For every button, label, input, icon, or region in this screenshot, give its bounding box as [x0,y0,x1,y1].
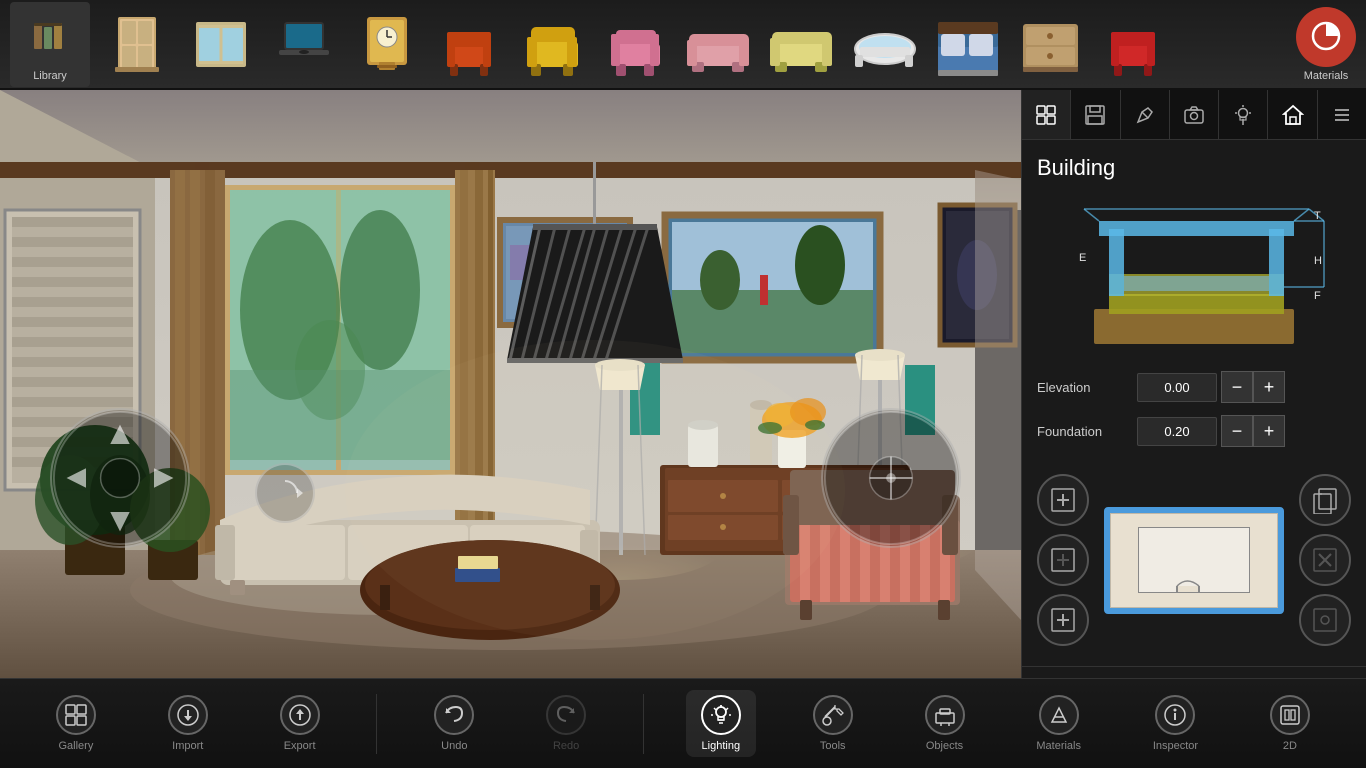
furniture-sofa-yellow[interactable] [764,7,839,82]
objects-button[interactable]: Objects [910,690,980,757]
lighting-icon [701,695,741,735]
undo-button[interactable]: Undo [419,690,489,757]
floor-preview[interactable] [1104,507,1284,614]
tool-home[interactable] [1268,90,1317,139]
bottom-toolbar: Gallery Import Export Undo Redo Light [0,678,1366,768]
tools-icon [813,695,853,735]
furniture-laptop[interactable] [266,7,341,82]
furniture-chair-pink[interactable] [598,7,673,82]
rotate-control[interactable] [255,463,315,523]
lighting-button[interactable]: Lighting [686,690,756,757]
foundation-label: Foundation [1037,424,1137,439]
export-label: Export [284,740,316,752]
delete-btn[interactable] [1299,534,1351,586]
furniture-chair-orange[interactable] [432,7,507,82]
import-button[interactable]: Import [153,690,223,757]
add-room-btn[interactable] [1037,474,1089,526]
building-title: Building [1037,155,1351,181]
tool-list[interactable] [1318,90,1366,139]
export-icon [280,695,320,735]
objects-icon [925,695,965,735]
move-btn[interactable] [1037,534,1089,586]
action-buttons-row [1022,474,1366,661]
tool-paint[interactable] [1121,90,1170,139]
furniture-clock[interactable] [349,7,424,82]
library-label: Library [33,70,67,82]
tool-light[interactable] [1219,90,1268,139]
elevation-row: Elevation − + [1037,371,1351,403]
furniture-bath[interactable] [847,7,922,82]
furniture-dresser[interactable] [1013,7,1088,82]
undo-icon [434,695,474,735]
materials-button[interactable]: Materials [1296,7,1356,82]
furniture-scroll [100,7,1276,82]
building-diagram: T H E F [1037,196,1351,356]
furniture-sofa-pink[interactable] [681,7,756,82]
add-floor-btn[interactable] [1037,594,1089,646]
divider-1 [1022,666,1366,667]
gallery-label: Gallery [59,740,94,752]
elevation-increase[interactable]: + [1253,371,1285,403]
right-panel: Building [1021,90,1366,678]
tool-camera[interactable] [1170,90,1219,139]
furniture-door[interactable] [100,7,175,82]
svg-text:H: H [1314,255,1322,267]
import-icon [168,695,208,735]
lighting-label: Lighting [702,740,741,752]
main-viewport[interactable] [0,90,1021,678]
2d-button[interactable]: 2D [1255,690,1325,757]
inspector-icon [1155,695,1195,735]
svg-text:F: F [1314,290,1321,302]
building-section: Building [1022,140,1366,474]
divider-left [376,694,377,754]
divider-center [643,694,644,754]
inspector-button[interactable]: Inspector [1138,690,1213,757]
svg-text:T: T [1314,210,1321,222]
tools-label: Tools [820,740,846,752]
foundation-decrease[interactable]: − [1221,415,1253,447]
import-label: Import [172,740,203,752]
elevation-label: Elevation [1037,380,1137,395]
furniture-window[interactable] [183,7,258,82]
objects-label: Objects [926,740,963,752]
redo-button[interactable]: Redo [531,690,601,757]
materials-bottom-button[interactable]: Materials [1021,690,1096,757]
redo-icon [546,695,586,735]
redo-label: Redo [553,740,579,752]
furniture-bed[interactable] [930,7,1005,82]
inspector-label: Inspector [1153,740,1198,752]
gallery-icon [56,695,96,735]
orbit-control[interactable] [821,408,961,548]
gallery-button[interactable]: Gallery [41,690,111,757]
right-panel-toolbar [1022,90,1366,140]
copy-btn[interactable] [1299,474,1351,526]
furniture-chair-red[interactable] [1096,7,1171,82]
materials-bottom-icon [1039,695,1079,735]
2d-label: 2D [1283,740,1297,752]
tool-save[interactable] [1071,90,1120,139]
furniture-armchair-yellow[interactable] [515,7,590,82]
foundation-row: Foundation − + [1037,415,1351,447]
settings-btn[interactable] [1299,594,1351,646]
elevation-decrease[interactable]: − [1221,371,1253,403]
library-button[interactable]: Library [10,2,90,87]
foundation-input[interactable] [1137,417,1217,446]
materials-label: Materials [1304,70,1349,82]
pan-control[interactable] [50,408,190,548]
tools-button[interactable]: Tools [798,690,868,757]
top-toolbar: Library [0,0,1366,90]
svg-text:E: E [1079,252,1086,264]
tool-objects[interactable] [1022,90,1071,139]
elevation-input[interactable] [1137,373,1217,402]
foundation-increase[interactable]: + [1253,415,1285,447]
undo-label: Undo [441,740,467,752]
2d-icon [1270,695,1310,735]
export-button[interactable]: Export [265,690,335,757]
materials-bottom-label: Materials [1036,740,1081,752]
